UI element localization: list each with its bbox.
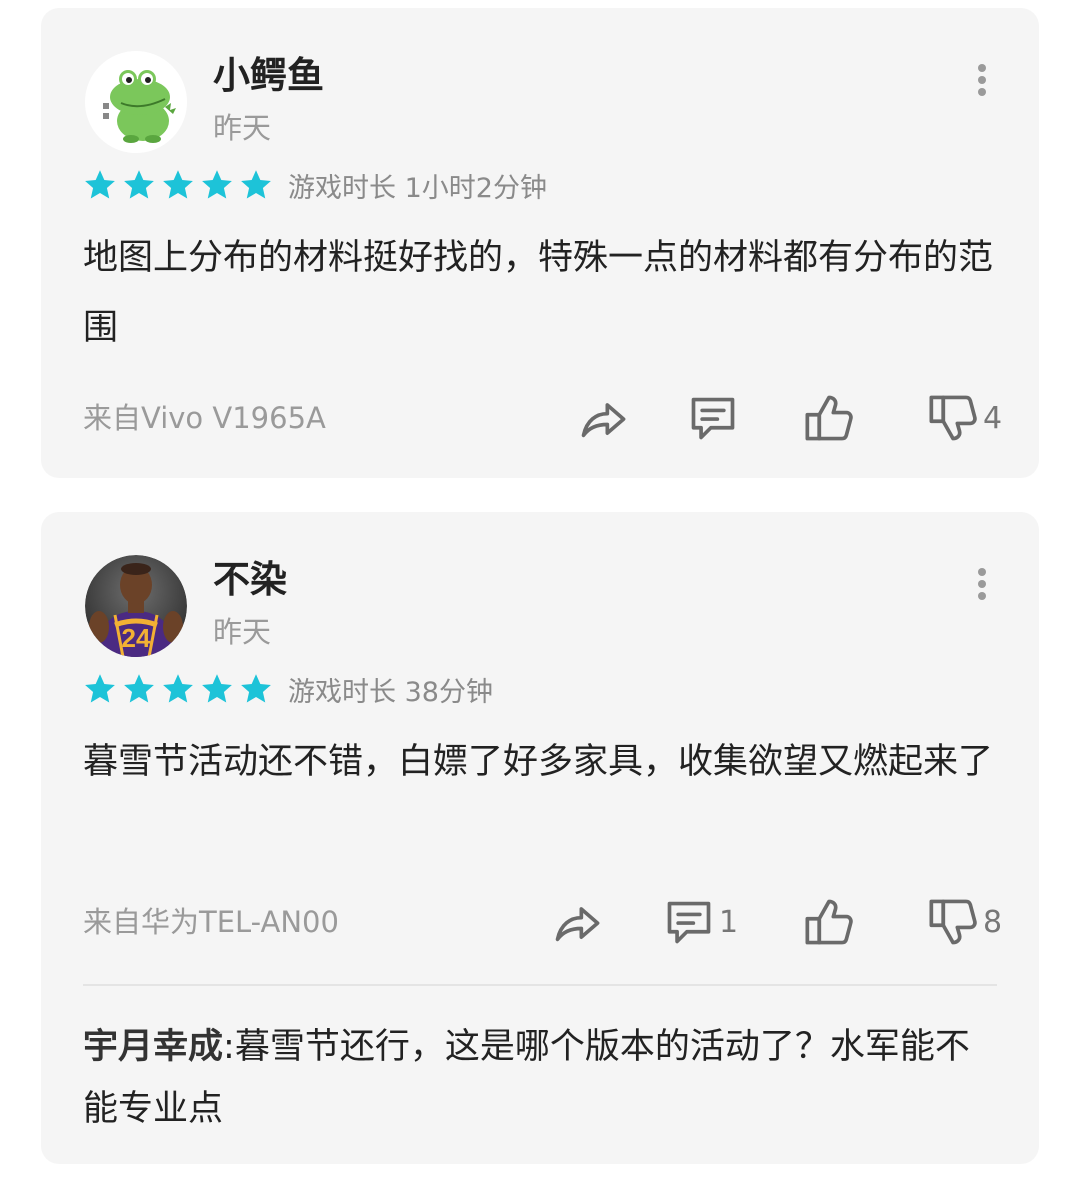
review-date: 昨天 bbox=[213, 615, 272, 649]
star-icon bbox=[122, 672, 156, 706]
star-icon bbox=[83, 672, 117, 706]
comment-count: 1 bbox=[719, 904, 739, 940]
comment-icon bbox=[663, 896, 715, 948]
comment-button[interactable] bbox=[687, 390, 743, 446]
star-icon bbox=[161, 672, 195, 706]
star-icon bbox=[200, 672, 234, 706]
device-info: 来自华为TEL-AN00 bbox=[83, 905, 339, 939]
star-icon bbox=[83, 168, 117, 202]
reply-item[interactable]: 宇月幸成:暮雪节还行，这是哪个版本的活动了？水军能不能专业点 bbox=[83, 1016, 983, 1140]
reply-author[interactable]: 宇月幸成 bbox=[83, 1027, 223, 1067]
playtime: 游戏时长 1小时2分钟 bbox=[288, 172, 547, 204]
user-avatar[interactable] bbox=[85, 51, 187, 153]
username[interactable]: 不染 bbox=[213, 556, 287, 604]
share-button[interactable] bbox=[577, 390, 629, 446]
user-avatar[interactable]: 24 bbox=[85, 555, 187, 657]
dislike-count: 4 bbox=[983, 400, 1003, 436]
star-icon bbox=[239, 672, 273, 706]
dislike-button[interactable]: 8 bbox=[927, 894, 1002, 950]
rating-row: 游戏时长 1小时2分钟 bbox=[83, 163, 547, 207]
review-date: 昨天 bbox=[213, 111, 272, 145]
crocodile-avatar-icon bbox=[85, 51, 187, 153]
review-card: 24 不染 昨天 游戏时长 38分钟 暮雪节活动还不错，白嫖了好多家具，收集欲望… bbox=[41, 512, 1039, 1164]
thumbs-up-icon bbox=[803, 896, 855, 948]
star-rating bbox=[83, 672, 278, 706]
thumbs-up-icon bbox=[803, 392, 855, 444]
share-icon bbox=[577, 392, 629, 444]
share-icon bbox=[551, 896, 603, 948]
svg-text:24: 24 bbox=[122, 623, 151, 653]
playtime: 游戏时长 38分钟 bbox=[288, 676, 493, 708]
more-options-icon[interactable] bbox=[967, 566, 997, 602]
share-button[interactable] bbox=[551, 894, 603, 950]
review-card: 小鳄鱼 昨天 游戏时长 1小时2分钟 地图上分布的材料挺好找的，特殊一点的材料都… bbox=[41, 8, 1039, 478]
thumbs-down-icon bbox=[927, 392, 979, 444]
star-icon bbox=[200, 168, 234, 202]
device-info: 来自Vivo V1965A bbox=[83, 401, 326, 435]
username[interactable]: 小鳄鱼 bbox=[213, 52, 324, 100]
star-rating bbox=[83, 168, 278, 202]
dislike-count: 8 bbox=[983, 904, 1003, 940]
reply-separator: : bbox=[223, 1027, 235, 1067]
thumbs-down-icon bbox=[927, 896, 979, 948]
review-text[interactable]: 暮雪节活动还不错，白嫖了好多家具，收集欲望又燃起来了 bbox=[83, 727, 1003, 797]
comment-icon bbox=[687, 392, 739, 444]
basketball-player-avatar-icon: 24 bbox=[85, 555, 187, 657]
star-icon bbox=[239, 168, 273, 202]
like-button[interactable] bbox=[803, 894, 859, 950]
review-text[interactable]: 地图上分布的材料挺好找的，特殊一点的材料都有分布的范围 bbox=[83, 223, 1003, 363]
like-button[interactable] bbox=[803, 390, 859, 446]
rating-row: 游戏时长 38分钟 bbox=[83, 667, 493, 711]
dislike-button[interactable]: 4 bbox=[927, 390, 1002, 446]
star-icon bbox=[161, 168, 195, 202]
comment-button[interactable]: 1 bbox=[663, 894, 738, 950]
divider bbox=[83, 984, 997, 986]
star-icon bbox=[122, 168, 156, 202]
more-options-icon[interactable] bbox=[967, 62, 997, 98]
